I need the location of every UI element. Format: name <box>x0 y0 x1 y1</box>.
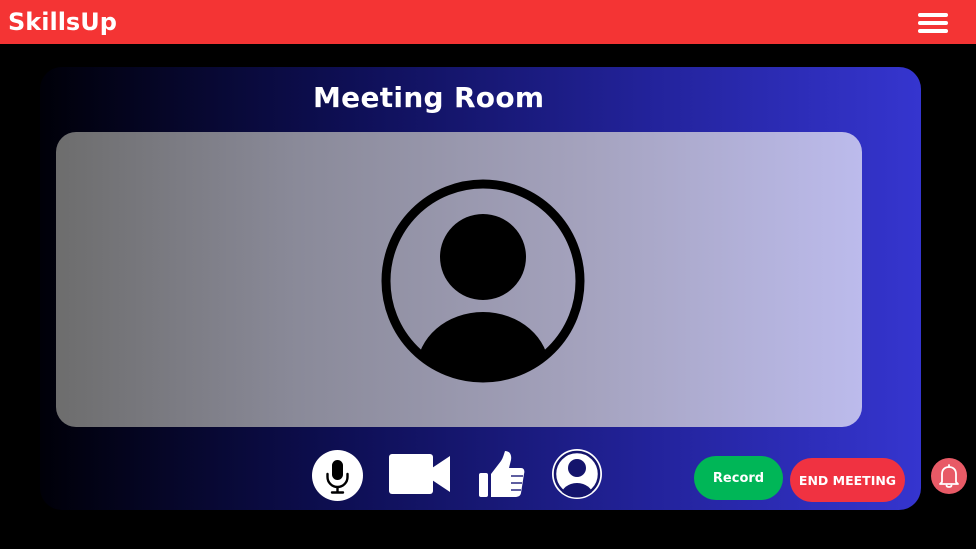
microphone-button[interactable] <box>312 450 363 501</box>
brand-logo[interactable]: SkillsUp <box>8 6 117 38</box>
top-bar: SkillsUp <box>0 0 976 44</box>
bell-icon <box>939 464 959 488</box>
page-title: Meeting Room <box>313 81 545 114</box>
microphone-icon <box>326 460 349 494</box>
like-button[interactable] <box>477 449 525 499</box>
record-button[interactable]: Record <box>694 456 783 500</box>
hamburger-menu-icon[interactable] <box>914 10 952 38</box>
user-profile-icon <box>552 449 602 499</box>
menu-line <box>918 21 948 25</box>
thumbs-up-icon <box>479 451 525 497</box>
video-camera-icon <box>389 454 450 494</box>
camera-button[interactable] <box>388 452 452 496</box>
profile-button[interactable] <box>549 446 605 502</box>
user-avatar-icon <box>381 179 585 383</box>
menu-line <box>918 29 948 33</box>
menu-line <box>918 13 948 17</box>
notifications-button[interactable] <box>931 458 967 494</box>
end-meeting-button[interactable]: END MEETING <box>790 458 905 502</box>
